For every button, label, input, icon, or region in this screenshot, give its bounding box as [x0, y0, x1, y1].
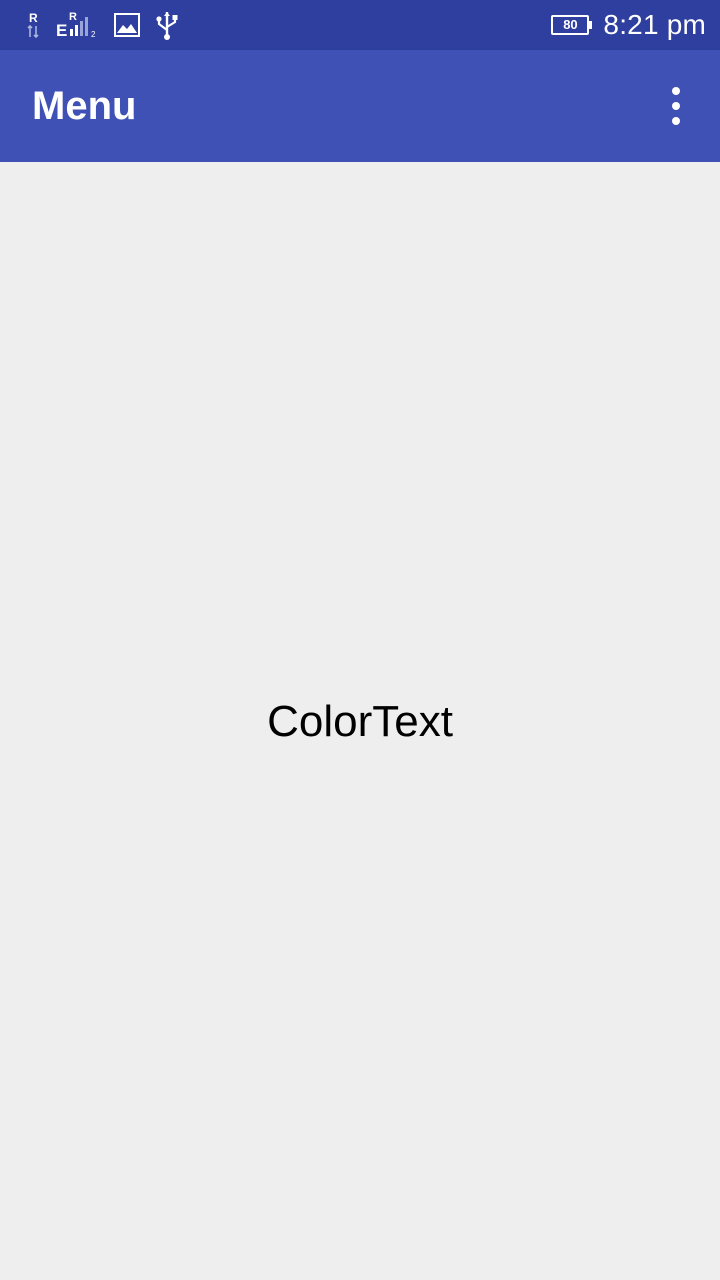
overflow-dot — [672, 102, 680, 110]
battery-icon: 80 — [551, 15, 593, 35]
status-bar: R E R 2 80 8:21 pm — [0, 0, 720, 50]
signal-roaming-icon: E R 2 — [56, 11, 96, 40]
status-icons-left: R E R 2 — [26, 10, 180, 40]
svg-text:E: E — [56, 21, 67, 40]
status-clock: 8:21 pm — [603, 9, 706, 40]
color-text-label: ColorText — [267, 697, 453, 746]
app-title: Menu — [32, 84, 137, 128]
image-notification-icon — [114, 13, 140, 37]
app-bar: Menu — [0, 50, 720, 162]
battery-level: 80 — [563, 17, 578, 32]
usb-icon — [156, 12, 178, 40]
overflow-dot — [672, 117, 680, 125]
svg-text:R: R — [69, 11, 77, 23]
svg-text:2: 2 — [91, 30, 96, 39]
status-icons-right: 80 8:21 pm — [551, 0, 706, 50]
svg-text:R: R — [29, 11, 38, 25]
overflow-dot — [672, 87, 680, 95]
more-vert-icon[interactable] — [652, 78, 700, 134]
main-content: ColorText — [0, 162, 720, 1280]
data-roaming-icon: R — [27, 11, 39, 39]
